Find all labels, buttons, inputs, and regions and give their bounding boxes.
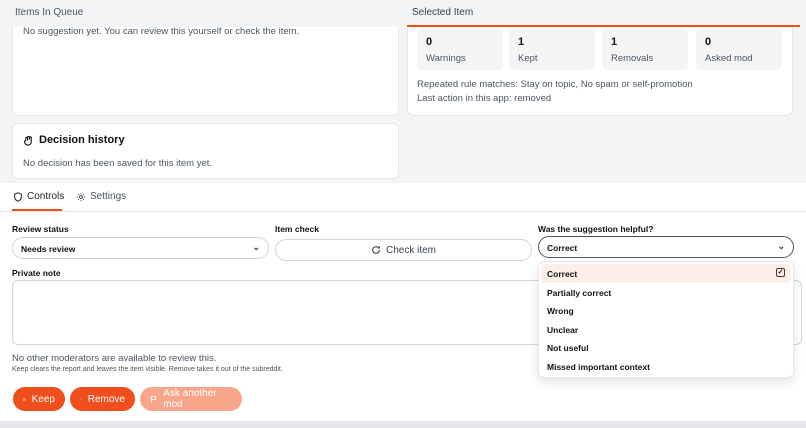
- keep-button[interactable]: Keep: [13, 387, 65, 411]
- gear-icon: [76, 192, 86, 201]
- close-icon: [80, 398, 82, 400]
- option-label: Wrong: [547, 306, 574, 317]
- action-hint: Keep clears the report and leaves the it…: [12, 366, 283, 373]
- decision-history-message: No decision has been saved for this item…: [23, 158, 213, 169]
- option-missed-context[interactable]: Missed important context: [541, 357, 791, 376]
- bottom-bar: [0, 421, 806, 428]
- stat-value: 1: [611, 36, 618, 48]
- decision-history-title: Decision history: [23, 134, 125, 146]
- stat-removals: 1 Removals: [602, 29, 688, 70]
- stat-warnings: 0 Warnings: [417, 29, 503, 70]
- stat-label: Asked mod: [705, 53, 753, 64]
- option-wrong[interactable]: Wrong: [541, 301, 791, 320]
- tab-controls-label: Controls: [27, 191, 65, 202]
- no-mods-message: No other moderators are available to rev…: [12, 353, 217, 364]
- stat-label: Removals: [611, 53, 654, 64]
- tab-settings-label: Settings: [90, 191, 127, 202]
- tab-settings[interactable]: Settings: [76, 191, 126, 202]
- stat-kept: 1 Kept: [509, 29, 595, 70]
- tab-divider: [0, 211, 806, 212]
- hand-icon: [23, 135, 32, 146]
- flag-icon: [151, 395, 157, 403]
- selected-item-header: Selected Item: [407, 0, 800, 27]
- stat-label: Warnings: [426, 53, 466, 64]
- helpful-label: Was the suggestion helpful?: [538, 224, 654, 234]
- last-action: Last action in this app: removed: [417, 93, 552, 104]
- refresh-icon: [372, 246, 380, 254]
- helpful-value: Correct: [547, 243, 578, 253]
- stat-label: Kept: [518, 53, 538, 64]
- stat-value: 1: [518, 36, 525, 48]
- review-status-label: Review status: [12, 224, 69, 234]
- review-status-value: Needs review: [21, 244, 76, 254]
- decision-history-title-text: Decision history: [39, 134, 125, 146]
- rule-matches: Repeated rule matches: Stay on topic, No…: [417, 79, 693, 90]
- check-item-label: Check item: [385, 244, 436, 256]
- option-not-useful[interactable]: Not useful: [541, 338, 791, 357]
- selected-item-panel: 0 Warnings 1 Kept 1 Removals 0 Asked mod…: [407, 27, 793, 116]
- option-label: Unclear: [547, 324, 579, 335]
- stat-value: 0: [705, 36, 712, 48]
- remove-button[interactable]: Remove: [70, 387, 135, 411]
- item-check-label: Item check: [275, 224, 319, 234]
- helpful-select[interactable]: Correct ⌄: [538, 236, 794, 258]
- chevron-down-icon: ⌄: [252, 242, 260, 252]
- option-partially-correct[interactable]: Partially correct: [541, 283, 791, 302]
- ask-another-mod-button[interactable]: Ask another mod: [140, 387, 242, 411]
- queue-header: Items In Queue: [15, 7, 84, 18]
- remove-label: Remove: [87, 393, 125, 405]
- option-correct[interactable]: Correct ✓: [541, 264, 791, 283]
- option-label: Missed important context: [547, 361, 650, 372]
- decision-history-panel: Decision history No decision has been sa…: [12, 123, 399, 179]
- option-label: Partially correct: [547, 287, 612, 298]
- queue-message: No suggestion yet. You can review this y…: [23, 26, 300, 37]
- check-item-button[interactable]: Check item: [275, 239, 532, 261]
- option-label: Correct: [547, 269, 578, 279]
- review-status-select[interactable]: Needs review ⌄: [12, 237, 269, 259]
- tab-controls[interactable]: Controls: [13, 191, 64, 202]
- keep-label: Keep: [31, 393, 55, 405]
- check-icon: ✓: [776, 268, 785, 277]
- ask-another-mod-label: Ask another mod: [163, 388, 217, 410]
- option-label: Not useful: [547, 343, 589, 354]
- keep-icon: [23, 397, 26, 401]
- shield-icon: [14, 191, 22, 202]
- queue-panel: No suggestion yet. You can review this y…: [12, 26, 399, 116]
- stat-asked-mod: 0 Asked mod: [696, 29, 782, 70]
- helpful-dropdown-menu: Correct ✓ Partially correct Wrong Unclea…: [538, 261, 794, 378]
- chevron-down-icon: ⌄: [777, 241, 785, 251]
- private-note-label: Private note: [12, 268, 61, 278]
- option-unclear[interactable]: Unclear: [541, 320, 791, 339]
- stat-value: 0: [426, 36, 433, 48]
